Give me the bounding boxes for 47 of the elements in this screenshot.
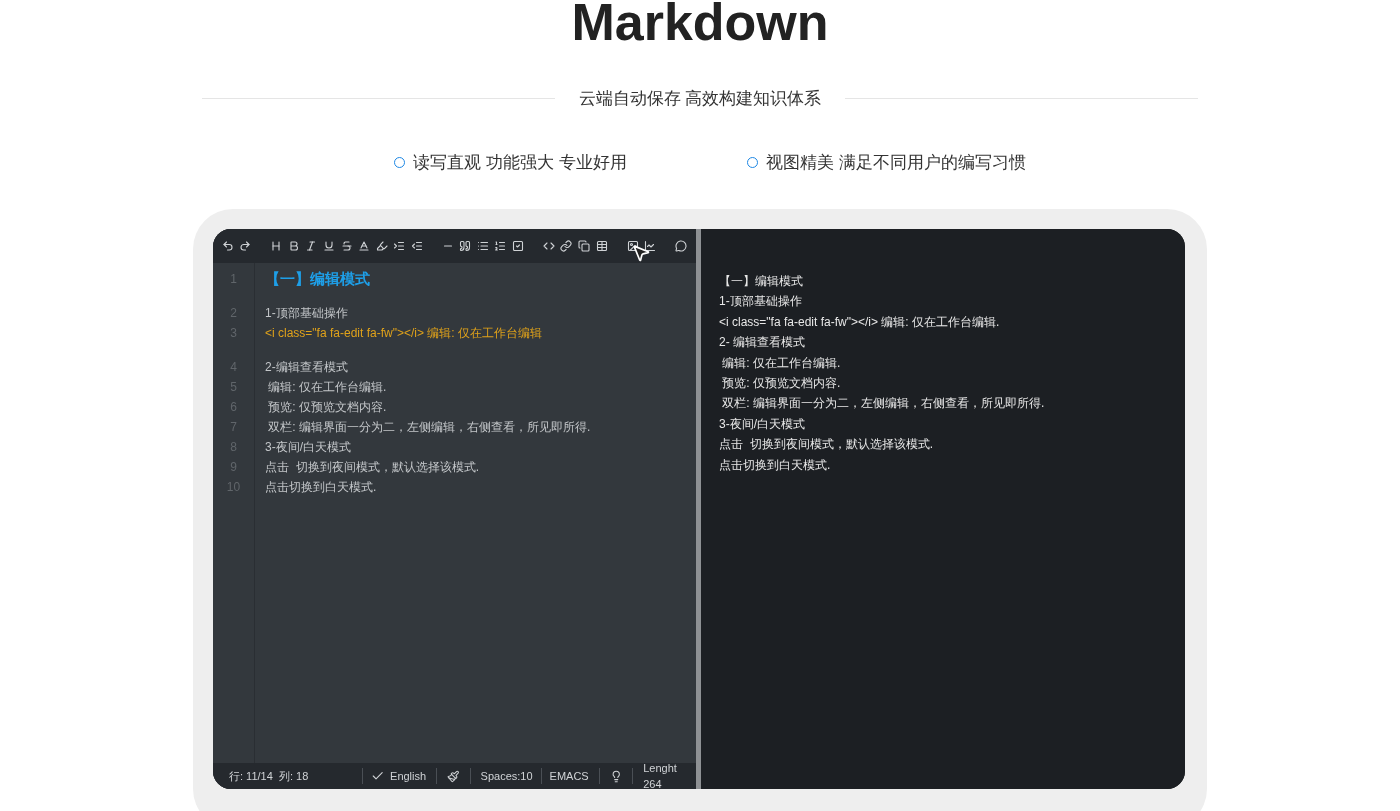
preview-line: 预览: 仅预览文档内容.	[721, 375, 842, 393]
bold-icon[interactable]	[287, 239, 301, 253]
spaces-label[interactable]: Spaces:10	[480, 767, 533, 785]
editor-line: <i class="fa fa-edit fa-fw"></i> 编辑: 仅在工作台编辑	[265, 325, 543, 342]
preview-line: 双栏: 编辑界面一分为二，左侧编辑，右侧查看，所见即所得.	[721, 395, 1046, 413]
feature-text: 视图精美 满足不同用户的编写习惯	[765, 151, 1026, 174]
preview-line: 编辑: 仅在工作台编辑.	[721, 354, 842, 372]
link-icon[interactable]	[559, 239, 574, 253]
editor-line: 编辑: 仅在工作台编辑.	[267, 379, 388, 396]
editor-line: 点击 切换到夜间模式，默认选择该模式.	[265, 459, 480, 476]
outdent-icon[interactable]	[409, 239, 424, 253]
undo-icon[interactable]	[221, 239, 235, 253]
language-label[interactable]: English	[390, 767, 427, 785]
checkbox-icon[interactable]	[511, 239, 525, 253]
lightbulb-icon[interactable]	[609, 769, 623, 783]
comment-icon[interactable]	[674, 239, 689, 253]
underline-icon[interactable]	[322, 239, 336, 253]
feature-text: 读写直观 功能强大 专业好用	[413, 151, 627, 174]
font-color-icon[interactable]	[357, 239, 371, 253]
indent-icon[interactable]	[392, 239, 406, 253]
numbered-list-icon[interactable]	[493, 239, 508, 253]
page-title: Markdown	[571, 0, 829, 52]
preview-line: 【一】编辑模式	[719, 273, 804, 290]
cursor-position: 行: 11/14 列: 18	[228, 768, 310, 784]
keymap-label[interactable]: EMACS	[549, 767, 589, 785]
length-label: Lenght 264	[643, 760, 678, 789]
preview-line: 点击 切换到夜间模式，默认选择该模式.	[719, 436, 934, 454]
editor-line: 点击切换到白天模式.	[265, 479, 378, 496]
preview-line: 2- 编辑查看模式	[719, 334, 806, 352]
copy-icon[interactable]	[577, 239, 591, 253]
table-icon[interactable]	[594, 239, 609, 253]
subtitle: 云端自动保存 高效构建知识体系	[578, 88, 822, 110]
brush-icon[interactable]	[447, 769, 460, 783]
preview-line: 点击切换到白天模式.	[719, 456, 832, 474]
preview-line: <i class="fa fa-edit fa-fw"></i> 编辑: 仅在工作台编辑.	[719, 313, 1001, 331]
editor-line: 3-夜间/白天模式	[265, 439, 352, 456]
editor-line: 双栏: 编辑界面一分为二，左侧编辑，右侧查看，所见即所得.	[267, 419, 592, 436]
redo-icon[interactable]	[238, 239, 253, 253]
quote-icon[interactable]	[458, 239, 472, 253]
highlight-icon[interactable]	[374, 239, 389, 253]
preview-line: 1-顶部基础操作	[719, 293, 803, 311]
preview-line: 3-夜间/白天模式	[719, 415, 806, 433]
editor-line: 【一】编辑模式	[265, 269, 371, 289]
editor-line: 预览: 仅预览文档内容.	[267, 399, 388, 416]
editor-line: 2-编辑查看模式	[265, 359, 349, 376]
bullet-list-icon[interactable]	[476, 239, 490, 253]
editor-line: 1-顶部基础操作	[265, 305, 349, 322]
